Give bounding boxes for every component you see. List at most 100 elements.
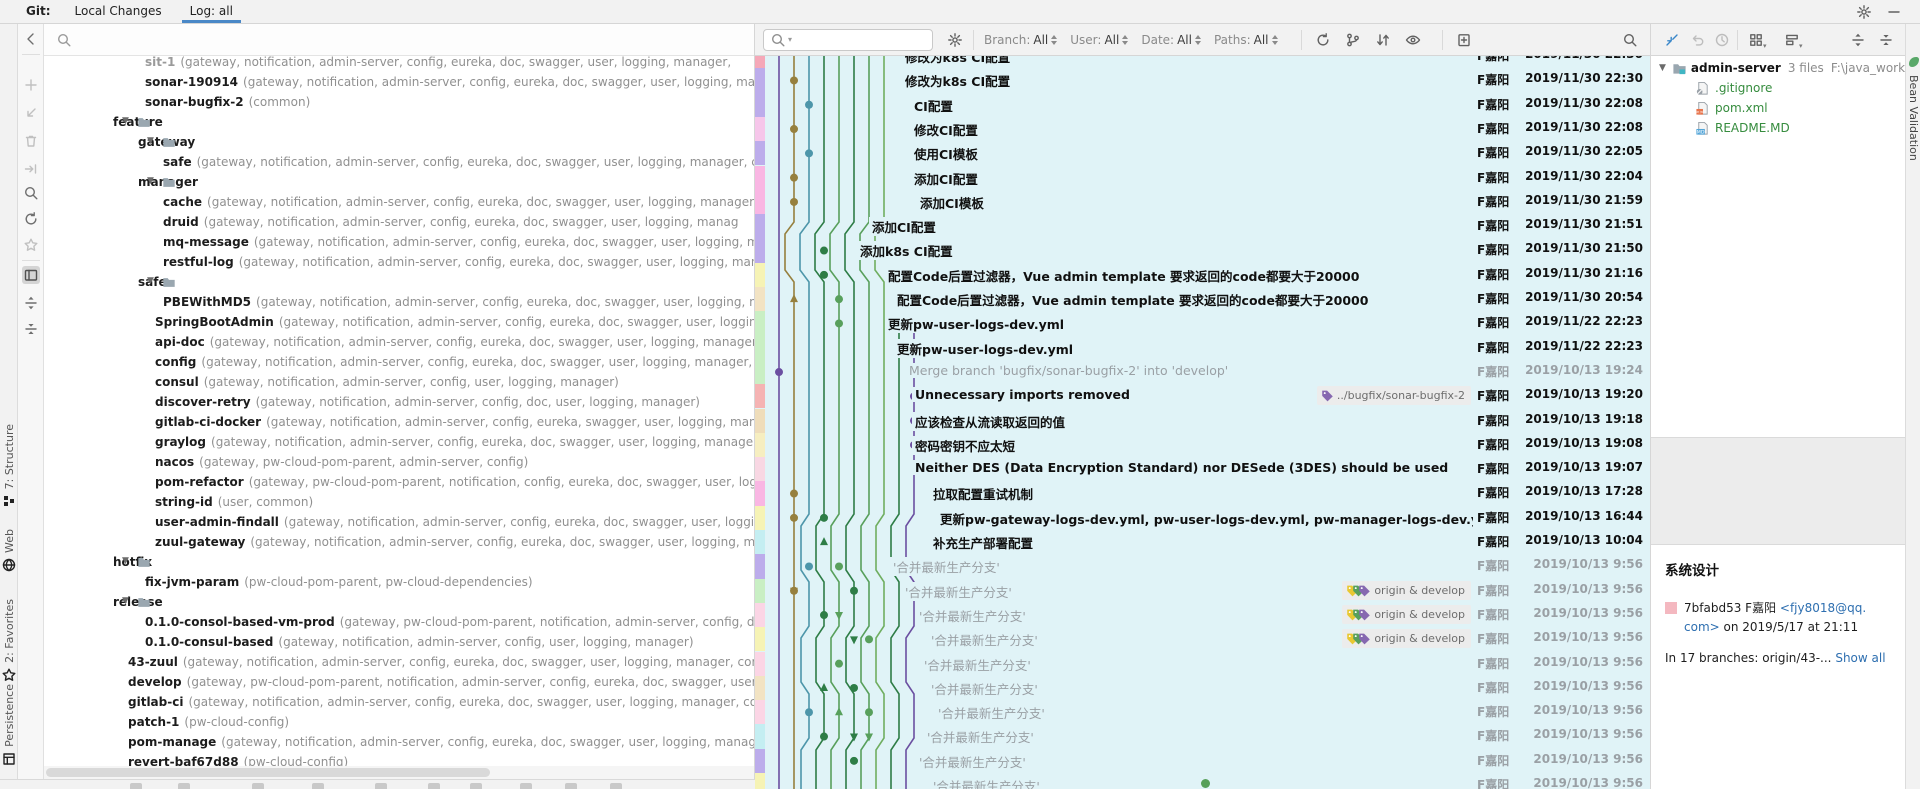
expanded-arrow-icon[interactable]: ▼ [147,136,154,146]
expanded-arrow-icon[interactable]: ▼ [1659,63,1666,73]
refresh-log-icon[interactable] [1312,32,1334,48]
branch-row[interactable]: sonar-190914(gateway, notification, admi… [44,72,754,92]
expanded-arrow-icon[interactable]: ▼ [122,596,129,606]
changed-file-row[interactable]: MD README.MD [1651,118,1905,138]
branch-row[interactable]: consul(gateway, notification, admin-serv… [44,372,754,392]
branch-group-row[interactable]: ▼safe [44,272,754,292]
commit-row[interactable]: 密码密钥不应太短F嘉阳2019/10/13 19:08 [755,433,1650,457]
branch-row[interactable]: sonar-bugfix-2(common) [44,92,754,112]
commit-row[interactable]: 更新pw-user-logs-dev.ymlF嘉阳2019/11/22 22:2… [755,336,1650,360]
commit-row[interactable]: 拉取配置重试机制F嘉阳2019/10/13 17:28 [755,481,1650,505]
commit-row[interactable]: 添加CI配置F嘉阳2019/11/30 22:04 [755,166,1650,190]
branch-row[interactable]: develop(gateway, pw-cloud-pom-parent, no… [44,672,754,692]
ref-label-chip[interactable]: ../bugfix/sonar-bugfix-2 [1317,386,1471,405]
changed-file-row[interactable]: <> pom.xml [1651,98,1905,118]
favorite-star-icon[interactable] [22,236,40,254]
commit-row[interactable]: '合并最新生产分支'origin & developF嘉阳2019/10/13 … [755,603,1650,627]
branch-row[interactable]: fix-jvm-param(pw-cloud-pom-parent, pw-cl… [44,572,754,592]
expand-all-icon[interactable] [1849,31,1867,49]
branch-row[interactable]: PBEWithMD5(gateway, notification, admin-… [44,292,754,312]
branch-row[interactable]: SpringBootAdmin(gateway, notification, a… [44,312,754,332]
sidebar-item-web[interactable]: Web [0,529,18,573]
collapse-all-icon[interactable] [22,320,40,338]
branch-group-row[interactable]: ▼hotfix [44,552,754,572]
expanded-arrow-icon[interactable]: ▼ [122,116,129,126]
commit-row[interactable]: 添加CI配置F嘉阳2019/11/30 21:51 [755,214,1650,238]
commit-row[interactable]: '合并最新生产分支'F嘉阳2019/10/13 9:56 [755,724,1650,748]
branch-row[interactable]: gitlab-ci(gateway, notification, admin-s… [44,692,754,712]
branch-row[interactable]: user-admin-findall(gateway, notification… [44,512,754,532]
rollback-icon[interactable] [22,104,40,122]
branch-row[interactable]: pom-refactor(gateway, pw-cloud-pom-paren… [44,472,754,492]
commit-row[interactable]: '合并最新生产分支'F嘉阳2019/10/13 9:56 [755,749,1650,773]
branch-row[interactable]: revert-baf67d88(pw-cloud-config) [44,752,754,766]
branch-row[interactable]: sit-1(gateway, notification, admin-serve… [44,56,754,72]
show-branches-panel-icon[interactable] [22,266,40,284]
branch-group-row[interactable]: ▼release [44,592,754,612]
ref-label-chip[interactable]: origin & develop [1342,581,1471,600]
changed-file-row[interactable]: .gitignore [1651,78,1905,98]
branch-row[interactable]: patch-1(pw-cloud-config) [44,712,754,732]
commit-row[interactable]: 修改为k8s CI配置F嘉阳2019/11/30 22:30 [755,68,1650,92]
scrollbar-thumb[interactable] [46,768,490,777]
sidebar-item-structure[interactable]: 7: Structure [0,424,18,509]
undo-icon[interactable] [1689,31,1707,49]
commit-row[interactable]: '合并最新生产分支'F嘉阳2019/10/13 9:56 [755,700,1650,724]
refresh-icon[interactable] [22,210,40,228]
go-to-hash-branch-icon[interactable] [1342,32,1364,48]
commit-row[interactable]: Unnecessary imports removed../bugfix/son… [755,384,1650,408]
ref-label-chip[interactable]: origin & develop [1342,605,1471,624]
commit-row[interactable]: 更新pw-user-logs-dev.ymlF嘉阳2019/11/22 22:2… [755,311,1650,335]
sidebar-item-bean-validation[interactable]: Bean Validation [1907,54,1920,161]
commit-row[interactable]: '合并最新生产分支'F嘉阳2019/10/13 9:56 [755,676,1650,700]
expand-all-icon[interactable] [22,294,40,312]
branch-row[interactable]: safe(gateway, notification, admin-server… [44,152,754,172]
branch-row[interactable]: discover-retry(gateway, notification, ad… [44,392,754,412]
branch-group-row[interactable]: ▼gateway [44,132,754,152]
commit-row[interactable]: 应该检查从流读取返回的值F嘉阳2019/10/13 19:18 [755,409,1650,433]
bottom-bar-icon[interactable] [610,783,622,789]
details-splitter[interactable] [1651,437,1905,545]
hide-tool-window-icon[interactable] [1886,4,1902,20]
bottom-bar-icon[interactable] [130,783,142,789]
branch-row[interactable]: api-doc(gateway, notification, admin-ser… [44,332,754,352]
commit-row[interactable]: '合并最新生产分支'F嘉阳2019/10/13 9:56 [755,652,1650,676]
log-search-input[interactable]: ▾ [763,29,933,51]
filter-user[interactable]: User:All [1070,33,1128,47]
branch-group-row[interactable]: ▼manager [44,172,754,192]
expanded-arrow-icon[interactable]: ▼ [147,276,154,286]
commit-row[interactable]: '合并最新生产分支'F嘉阳2019/10/13 9:56 [755,554,1650,578]
scroll-to-source-icon[interactable] [1663,31,1681,49]
filter-branch[interactable]: Branch:All [984,33,1057,47]
branch-search-field[interactable] [44,24,754,56]
branch-row[interactable]: 0.1.0-consul-based(gateway, notification… [44,632,754,652]
commit-row[interactable]: 使用CI模板F嘉阳2019/11/30 22:05 [755,141,1650,165]
branch-row[interactable]: nacos(gateway, pw-cloud-pom-parent, admi… [44,452,754,472]
filter-paths[interactable]: Paths:All [1214,33,1278,47]
commit-row[interactable]: '合并最新生产分支'origin & developF嘉阳2019/10/13 … [755,579,1650,603]
commit-row[interactable]: 更新pw-gateway-logs-dev.yml, pw-user-logs-… [755,506,1650,530]
branch-row[interactable]: graylog(gateway, notification, admin-ser… [44,432,754,452]
branch-row[interactable]: pom-manage(gateway, notification, admin-… [44,732,754,752]
bottom-bar-icon[interactable] [375,783,387,789]
branch-row[interactable]: string-id(user, common) [44,492,754,512]
bottom-bar-icon[interactable] [178,783,190,789]
commit-row[interactable]: 补充生产部署配置F嘉阳2019/10/13 10:04 [755,530,1650,554]
horizontal-scrollbar[interactable] [44,766,754,779]
show-all-link[interactable]: Show all [1835,651,1885,665]
commit-row[interactable]: Merge branch 'bugfix/sonar-bugfix-2' int… [755,360,1650,384]
add-icon[interactable] [22,76,40,94]
branch-row[interactable]: 43-zuul(gateway, notification, admin-ser… [44,652,754,672]
branch-row[interactable]: druid(gateway, notification, admin-serve… [44,212,754,232]
commit-row[interactable]: 添加CI模板F嘉阳2019/11/30 21:59 [755,190,1650,214]
filter-date[interactable]: Date:All [1141,33,1201,47]
search-commits-icon[interactable] [1622,32,1638,48]
branch-row[interactable]: zuul-gateway(gateway, notification, admi… [44,532,754,552]
branch-row[interactable]: 0.1.0-consol-based-vm-prod(gateway, pw-c… [44,612,754,632]
commit-row[interactable]: CI配置F嘉阳2019/11/30 22:08 [755,93,1650,117]
commit-row[interactable]: Neither DES (Data Encryption Standard) n… [755,457,1650,481]
commit-row[interactable]: '合并最新生产分支'origin & developF嘉阳2019/10/13 … [755,627,1650,651]
ref-label-chip[interactable]: origin & develop [1342,629,1471,648]
history-clock-icon[interactable] [1713,31,1731,49]
sidebar-item-persistence[interactable]: Persistence [0,684,18,767]
